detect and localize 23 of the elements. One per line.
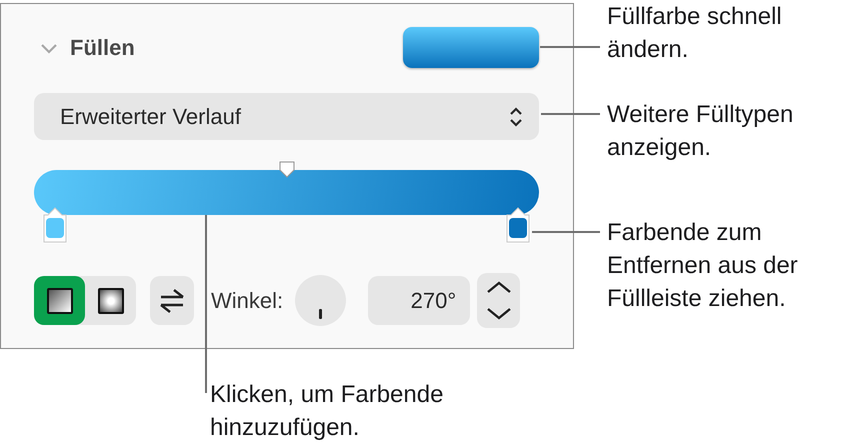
angle-stepper[interactable] <box>477 273 520 328</box>
leader-line <box>532 231 600 233</box>
chevron-up-icon <box>484 280 513 294</box>
swap-button[interactable] <box>150 276 194 325</box>
gradient-bar[interactable] <box>34 170 539 215</box>
callout-text: Klicken, um Farbende hinzuzufügen. <box>210 380 444 443</box>
leader-line <box>540 46 600 48</box>
updown-chevron-icon <box>509 106 523 128</box>
fill-type-dropdown[interactable]: Erweiterter Verlauf <box>34 93 539 140</box>
leader-line <box>541 113 600 115</box>
callout-text: Weitere Fülltypen anzeigen. <box>607 100 794 163</box>
section-title: Füllen <box>70 34 135 60</box>
callout-text: Füllfarbe schnell ändern. <box>607 2 783 65</box>
linear-gradient-icon <box>46 288 72 314</box>
swap-arrows-icon <box>160 288 184 314</box>
angle-label: Winkel: <box>211 288 284 314</box>
chevron-down-icon <box>484 307 513 322</box>
fill-color-well[interactable] <box>403 27 539 68</box>
gradient-type-button[interactable] <box>34 276 85 325</box>
radial-gradient-icon <box>98 288 124 314</box>
midpoint-handle[interactable] <box>278 161 296 178</box>
angle-field[interactable]: 270° <box>368 276 470 325</box>
callout-text: Farbende zum Entfernen aus der Füllleiste ziehen. <box>607 218 798 314</box>
